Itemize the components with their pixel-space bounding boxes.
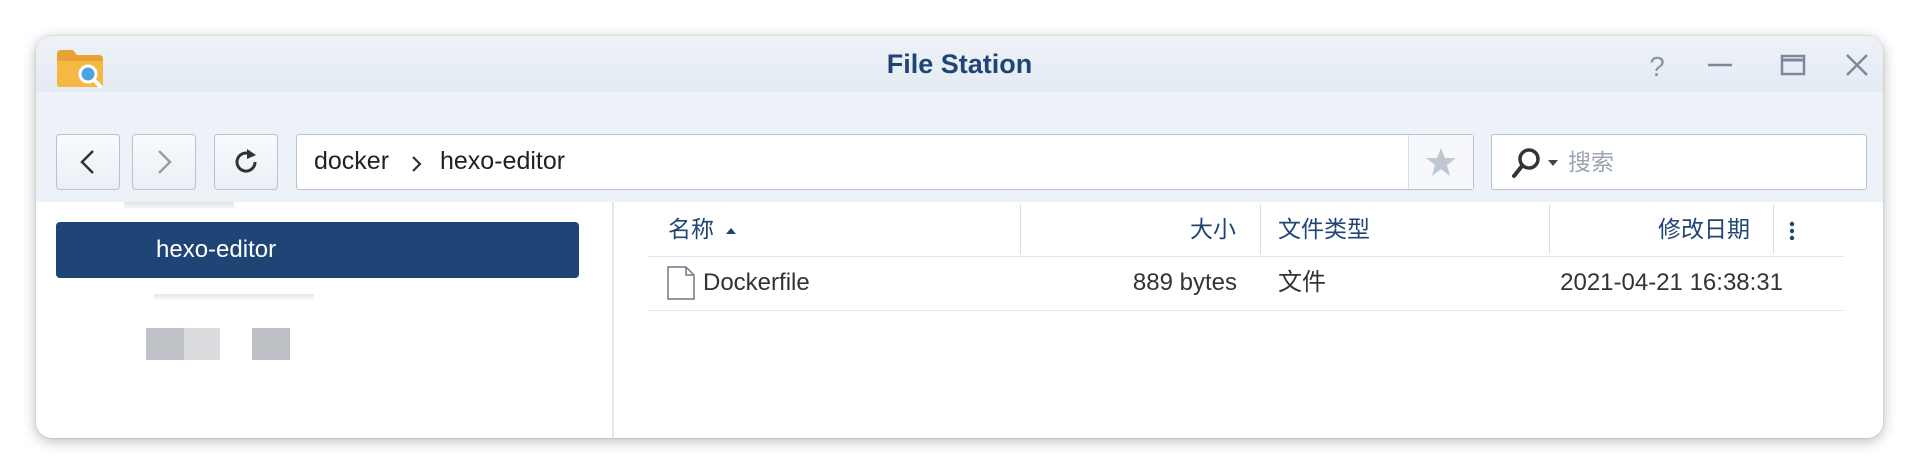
pane-divider[interactable]	[612, 202, 614, 438]
forward-icon	[158, 150, 172, 174]
file-icon	[667, 266, 695, 300]
breadcrumb-item[interactable]: hexo-editor	[440, 147, 565, 176]
minimize-icon[interactable]	[1704, 49, 1736, 81]
maximize-icon[interactable]	[1777, 49, 1809, 81]
search-box[interactable]	[1491, 134, 1867, 190]
window-title: File Station	[886, 49, 1033, 79]
column-header-name[interactable]: 名称	[668, 202, 737, 256]
chevron-right-icon	[412, 156, 422, 172]
search-icon[interactable]	[1510, 145, 1546, 181]
back-icon	[80, 150, 94, 174]
title-bar: File Station ?	[36, 36, 1883, 92]
file-list: 名称 大小 文件类型 修改日期 Dockerfile 889 bytes 文件 …	[648, 202, 1883, 438]
column-separator[interactable]	[1773, 204, 1774, 254]
back-button[interactable]	[56, 134, 120, 190]
close-icon[interactable]	[1841, 49, 1873, 81]
column-separator[interactable]	[1260, 204, 1261, 254]
tree-item-partial	[154, 294, 314, 300]
svg-text:?: ?	[1649, 51, 1665, 81]
help-icon[interactable]: ?	[1641, 49, 1673, 81]
file-modified: 2021-04-21 16:38:31	[1560, 269, 1783, 296]
toolbar: docker hexo-editor 上传 新增	[36, 92, 1883, 263]
refresh-icon	[235, 149, 257, 173]
file-size: 889 bytes	[1132, 269, 1237, 296]
column-header-type[interactable]: 文件类型	[1278, 202, 1370, 256]
column-header-size[interactable]: 大小	[1020, 202, 1236, 256]
path-bar[interactable]: docker hexo-editor	[296, 134, 1474, 190]
favorite-button[interactable]	[1408, 135, 1473, 189]
file-station-window: File Station ? docker hexo-editor 搜索 hex…	[36, 36, 1883, 438]
file-type: 文件	[1278, 269, 1326, 296]
sort-ascending-icon	[726, 227, 737, 234]
row-divider	[648, 310, 1844, 311]
column-options-icon[interactable]	[1782, 202, 1802, 256]
tree-item-selected[interactable]: hexo-editor	[56, 222, 579, 278]
search-options-caret[interactable]	[1548, 160, 1558, 166]
content-area: hexo-editor 名称 大小 文件类型 修改日期 Dockerfile 8…	[36, 202, 1883, 438]
refresh-button[interactable]	[214, 134, 278, 190]
forward-button[interactable]	[132, 134, 196, 190]
tree-item-partial	[124, 202, 234, 208]
search-input[interactable]	[1568, 145, 1848, 179]
column-header-modified[interactable]: 修改日期	[1549, 202, 1750, 256]
star-icon	[1426, 148, 1456, 176]
breadcrumb-item[interactable]: docker	[314, 147, 389, 176]
file-name[interactable]: Dockerfile	[703, 256, 810, 310]
